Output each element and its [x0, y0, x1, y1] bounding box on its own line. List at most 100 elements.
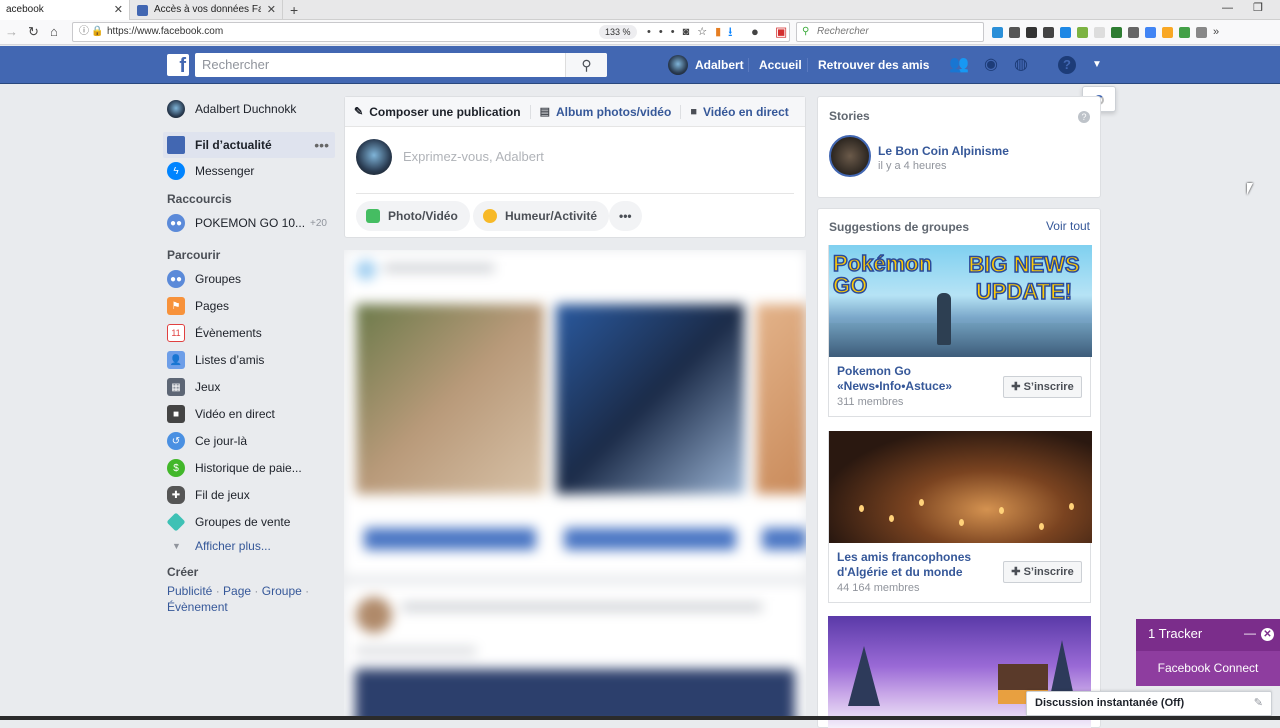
group-name-link[interactable]: Les amis francophones d'Algérie et du mo…	[837, 550, 987, 580]
sidebar-item-messenger[interactable]: ϟ Messenger	[163, 158, 335, 184]
join-group-button[interactable]: ✚ S’inscrire	[1003, 376, 1082, 398]
feeling-activity-button[interactable]: Humeur/Activité	[473, 201, 610, 231]
help-icon[interactable]: ?	[1078, 111, 1090, 123]
button-label: Photo/Vidéo	[388, 209, 458, 223]
facebook-logo-icon[interactable]: f	[167, 54, 189, 76]
extension-ghost-icon[interactable]	[1128, 26, 1139, 38]
close-tab-icon[interactable]: ✕	[267, 0, 276, 20]
extension-download-icon[interactable]	[1077, 26, 1088, 38]
sidebar-item-events[interactable]: 11 Évènements	[163, 320, 335, 346]
sidebar-item-games-feed[interactable]: ✚ Fil de jeux	[163, 482, 335, 508]
tab-compose-post[interactable]: ✎ Composer une publication	[345, 105, 530, 119]
find-friends-link[interactable]: Retrouver des amis	[818, 46, 929, 84]
sidebar-item-label: Groupes de vente	[195, 515, 291, 529]
photo-video-button[interactable]: Photo/Vidéo	[356, 201, 470, 231]
on-this-day-icon: ↺	[167, 432, 185, 450]
sidebar-item-groups[interactable]: ●● Groupes	[163, 266, 335, 292]
sidebar-item-friend-lists[interactable]: 👤 Listes d’amis	[163, 347, 335, 373]
home-icon[interactable]: ⌂	[50, 24, 58, 40]
help-icon[interactable]: ?	[1058, 56, 1076, 74]
button-label: Humeur/Activité	[505, 209, 598, 223]
friend-requests-icon[interactable]: 👥	[949, 56, 969, 74]
profile-avatar[interactable]	[668, 55, 688, 75]
create-event-link[interactable]: Évènement	[167, 600, 228, 614]
sidebar-item-games[interactable]: ▦ Jeux	[163, 374, 335, 400]
tab-live-video[interactable]: ■ Vidéo en direct	[681, 105, 797, 119]
new-message-icon[interactable]: ✎	[1254, 692, 1263, 715]
forward-icon[interactable]: →	[5, 24, 18, 40]
extension-page-icon[interactable]	[1094, 26, 1105, 38]
bookmark-star-icon[interactable]: ☆	[697, 26, 715, 38]
see-all-link[interactable]: Voir tout	[1046, 219, 1090, 233]
pocket-icon[interactable]: ◙	[683, 26, 698, 38]
sidebar-item-on-this-day[interactable]: ↺ Ce jour-là	[163, 428, 335, 454]
browser-tab-data-access[interactable]: Accès à vos données Facebook ✕	[131, 0, 283, 20]
url-bar[interactable]: ⓘ 🔒 https://www.facebook.com 133 % •••◙☆…	[72, 22, 790, 42]
profile-name-link[interactable]: Adalbert	[695, 46, 744, 84]
sidebar-item-shortcut[interactable]: ●● POKEMON GO 10... +20	[163, 210, 335, 236]
chat-sidebar-bar[interactable]: Discussion instantanée (Off) ✎	[1026, 691, 1272, 716]
close-icon[interactable]: ✕	[1261, 628, 1274, 641]
new-tab-button[interactable]: +	[290, 0, 298, 20]
extension-green-icon[interactable]	[1111, 26, 1122, 38]
close-tab-icon[interactable]: ✕	[114, 0, 123, 20]
messenger-icon[interactable]: ◉	[981, 56, 1001, 74]
sidebar-item-label: Fil d’actualité	[195, 138, 272, 152]
browser-tab-facebook[interactable]: acebook ✕	[0, 0, 130, 20]
extension-save-icon[interactable]	[1179, 26, 1190, 38]
composer-input[interactable]: Exprimez-vous, Adalbert	[403, 149, 544, 164]
sidebar-item-sale-groups[interactable]: Groupes de vente	[163, 509, 335, 535]
group-cover-image[interactable]: Pokémon GO BIG NEWS UPDATE!	[829, 245, 1092, 357]
home-link[interactable]: Accueil	[759, 46, 802, 84]
search-placeholder: Rechercher	[817, 26, 869, 37]
download-icon[interactable]: ⭳	[728, 24, 733, 40]
page-actions-icon[interactable]: •••	[647, 26, 683, 38]
minimize-icon[interactable]: —	[1244, 626, 1256, 640]
browser-search-input[interactable]: ⚲ Rechercher	[796, 22, 984, 42]
account-menu-chevron-down-icon[interactable]: ▼	[1087, 56, 1107, 74]
create-page-link[interactable]: Page	[223, 584, 251, 598]
extension-key-icon[interactable]	[1162, 26, 1173, 38]
extension-blue-icon[interactable]	[992, 26, 1003, 38]
more-options-button[interactable]: •••	[609, 201, 642, 231]
restore-window-button[interactable]: ❐	[1253, 0, 1263, 16]
create-group-link[interactable]: Groupe	[262, 584, 302, 598]
extension-grey-icon[interactable]	[1009, 26, 1020, 38]
reload-icon[interactable]: ↻	[28, 24, 39, 40]
extension-copy-icon[interactable]	[1196, 26, 1207, 38]
tab-photo-album[interactable]: ▤ Album photos/vidéo	[531, 105, 681, 119]
extension-red-badge-icon[interactable]: ▣	[775, 24, 787, 40]
story-avatar[interactable]	[829, 135, 871, 177]
sidebar-item-live-video[interactable]: ■ Vidéo en direct	[163, 401, 335, 427]
facebook-search-input[interactable]: Rechercher ⚲	[195, 53, 607, 77]
tracker-title: 1 Tracker	[1148, 626, 1203, 641]
tracker-item[interactable]: Facebook Connect	[1136, 651, 1280, 686]
see-more-link[interactable]: ▼ Afficher plus...	[163, 533, 335, 559]
sidebar-item-pages[interactable]: ⚑ Pages	[163, 293, 335, 319]
group-name-link[interactable]: Pokemon Go «News•Info•Astuce»	[837, 364, 987, 394]
calendar-icon: 11	[167, 324, 185, 342]
google-icon[interactable]	[1145, 26, 1156, 38]
sidebar-item-payment-history[interactable]: $ Historique de paie...	[163, 455, 335, 481]
create-ad-link[interactable]: Publicité	[167, 584, 212, 598]
story-author-link[interactable]: Le Bon Coin Alpinisme	[878, 144, 1009, 158]
notifications-globe-icon[interactable]: ◍	[1011, 56, 1031, 74]
info-icon[interactable]: ⓘ	[79, 23, 89, 41]
join-group-button[interactable]: ✚ S’inscrire	[1003, 561, 1082, 583]
minimize-window-button[interactable]: —	[1222, 0, 1233, 16]
extension-link-icon[interactable]	[1060, 26, 1071, 38]
notification-count: +20	[310, 217, 327, 229]
sidebar-item-label: Groupes	[195, 272, 242, 286]
separator-dot: ·	[305, 584, 310, 598]
overflow-menu-icon[interactable]: »	[1213, 26, 1219, 38]
zoom-level-badge[interactable]: 133 %	[599, 25, 637, 39]
extension-dark-icon[interactable]: ●	[751, 24, 759, 40]
extension-layers-icon[interactable]	[1026, 26, 1037, 38]
group-cover-image[interactable]	[829, 431, 1092, 543]
sidebar-profile[interactable]: Adalbert Duchnokk	[163, 96, 335, 122]
extension-arrows-icon[interactable]	[1043, 26, 1054, 38]
blurred-post-card	[344, 585, 806, 720]
search-icon[interactable]: ⚲	[565, 53, 607, 77]
more-options-icon[interactable]: •••	[314, 132, 329, 158]
sidebar-item-news-feed[interactable]: Fil d’actualité •••	[163, 132, 335, 158]
